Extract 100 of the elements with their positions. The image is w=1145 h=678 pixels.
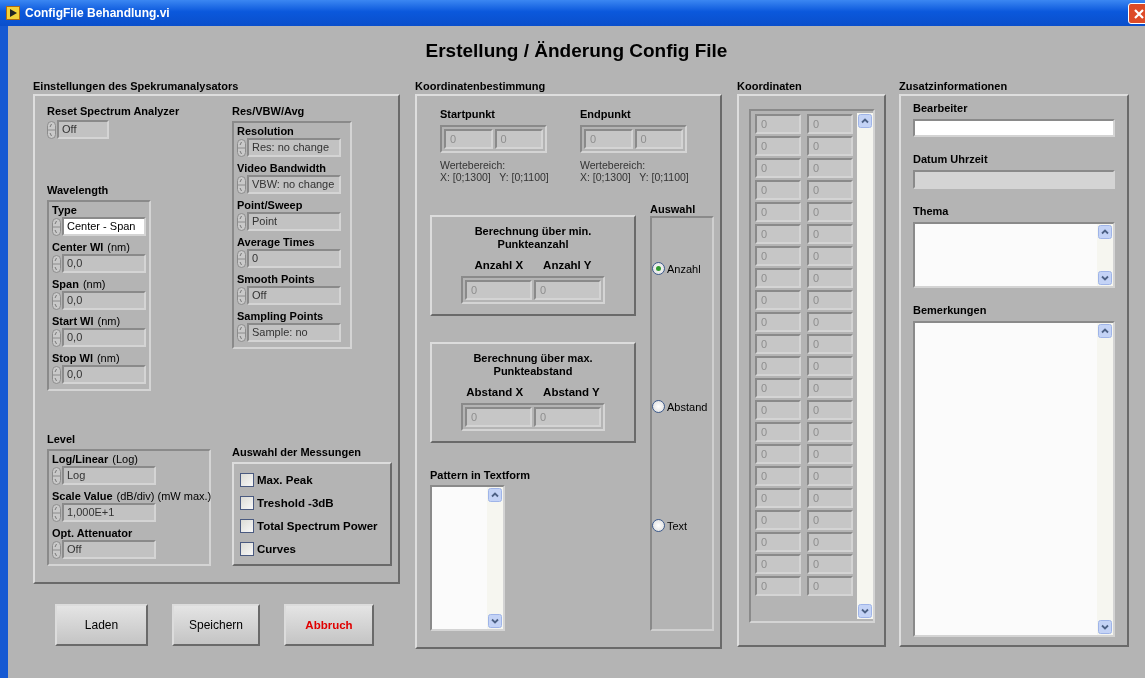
- radio-label: Anzahl: [667, 262, 701, 275]
- checkbox[interactable]: [240, 495, 254, 510]
- field-label: Span: [52, 278, 79, 291]
- spinner-icon[interactable]: [237, 286, 246, 305]
- spinner-icon[interactable]: [237, 323, 246, 342]
- checkbox-label: Total Spectrum Power: [257, 519, 378, 532]
- ring-field[interactable]: Log: [62, 466, 156, 485]
- field-label: Auswahl: [650, 203, 697, 216]
- field-label: Start Wl: [52, 315, 94, 328]
- box-title: Berechnung über min. Punkteanzahl: [473, 225, 593, 251]
- field-label: Scale Value: [52, 490, 113, 503]
- field-label: Endpunkt: [580, 108, 632, 121]
- field-label: Abstand Y: [543, 386, 600, 398]
- box-title: Berechnung über max. Punkteabstand: [472, 352, 594, 378]
- unit-label: (dB/div) (mW max.): [116, 490, 212, 503]
- range-label: Wertebereich:: [580, 159, 647, 171]
- section-title: Einstellungen des Spekrumanalysators: [33, 80, 239, 93]
- range-text: X: [0;1300] Y: [0;1100]: [580, 171, 690, 183]
- scroll-down-icon[interactable]: [488, 614, 502, 628]
- radio-button[interactable]: [652, 400, 665, 413]
- ring-field[interactable]: 0,0: [62, 254, 146, 273]
- checkbox[interactable]: [240, 541, 254, 556]
- radio-button[interactable]: [652, 262, 665, 275]
- ring-field[interactable]: Center - Span: [62, 217, 146, 236]
- ring-field[interactable]: 0,0: [62, 328, 146, 347]
- spinner-icon[interactable]: [52, 540, 61, 559]
- field-label: Stop Wl: [52, 352, 93, 365]
- ring-field[interactable]: Off: [247, 286, 341, 305]
- field-label: Level: [47, 433, 77, 446]
- spinner-icon[interactable]: [52, 217, 61, 236]
- ring-field[interactable]: 1,000E+1: [62, 503, 156, 522]
- checkbox[interactable]: [240, 472, 254, 487]
- unit-label: (nm): [96, 352, 120, 365]
- text-field[interactable]: [913, 119, 1115, 137]
- field-label: Opt. Attenuator: [52, 527, 133, 540]
- scroll-up-icon[interactable]: [1098, 225, 1112, 239]
- ring-field[interactable]: Res: no change: [247, 138, 341, 157]
- field-label: Datum Uhrzeit: [913, 153, 989, 166]
- field-label: Type: [52, 204, 77, 217]
- spinner-icon[interactable]: [52, 328, 61, 347]
- scrollbar[interactable]: [487, 487, 503, 629]
- spinner-icon[interactable]: [237, 175, 246, 194]
- scroll-up-icon[interactable]: [488, 488, 502, 502]
- scrollbar[interactable]: [1097, 323, 1113, 635]
- field-label: Point/Sweep: [237, 199, 303, 212]
- scrollbar[interactable]: [857, 113, 873, 619]
- ring-field[interactable]: 0,0: [62, 365, 146, 384]
- radio-label: Abstand: [667, 400, 708, 413]
- action-button[interactable]: Speichern: [172, 604, 260, 646]
- close-icon: [1132, 6, 1145, 21]
- spinner-icon[interactable]: [52, 503, 61, 522]
- checkbox-label: Max. Peak: [257, 473, 313, 486]
- ring-field[interactable]: VBW: no change: [247, 175, 341, 194]
- unit-label: (nm): [107, 241, 130, 254]
- unit-label: (Log): [112, 453, 138, 466]
- spinner-icon[interactable]: [237, 249, 246, 268]
- scroll-down-icon[interactable]: [858, 604, 872, 618]
- checkbox[interactable]: [240, 518, 254, 533]
- spinner-icon[interactable]: [52, 254, 61, 273]
- scroll-up-icon[interactable]: [858, 114, 872, 128]
- field-label: Sampling Points: [237, 310, 324, 323]
- spinner-icon[interactable]: [52, 466, 61, 485]
- spinner-icon[interactable]: [237, 212, 246, 231]
- field-label: Bemerkungen: [913, 304, 988, 317]
- spinner-icon[interactable]: [52, 365, 61, 384]
- ring-field[interactable]: 0,0: [62, 291, 146, 310]
- field-label: Anzahl X: [474, 259, 524, 271]
- panel-heading: Erstellung / Änderung Config File: [425, 40, 728, 63]
- scroll-up-icon[interactable]: [1098, 324, 1112, 338]
- checkbox-label: Curves: [257, 542, 296, 555]
- radio-button[interactable]: [652, 519, 665, 532]
- action-button[interactable]: Laden: [55, 604, 148, 646]
- field-label: Startpunkt: [440, 108, 496, 121]
- field-label: Abstand X: [466, 386, 524, 398]
- section-title: Zusatzinformationen: [899, 80, 1008, 93]
- ring-field[interactable]: Off: [62, 540, 156, 559]
- scroll-down-icon[interactable]: [1098, 620, 1112, 634]
- field-label: Reset Spectrum Analyzer: [47, 105, 181, 118]
- app-icon: [6, 6, 20, 20]
- field-label: Res/VBW/Avg: [232, 105, 306, 118]
- section-title: Koordinaten: [737, 80, 802, 93]
- field-label: Average Times: [237, 236, 315, 249]
- ring-field[interactable]: Point: [247, 212, 341, 231]
- ring-field[interactable]: Off: [57, 120, 109, 139]
- field-label: Center Wl: [52, 241, 104, 254]
- ring-field[interactable]: Sample: no: [247, 323, 341, 342]
- spinner-icon[interactable]: [47, 120, 56, 139]
- close-button[interactable]: [1128, 2, 1145, 24]
- spinner-icon[interactable]: [237, 138, 246, 157]
- field-label: Video Bandwidth: [237, 162, 327, 175]
- scroll-down-icon[interactable]: [1098, 271, 1112, 285]
- field-label: Log/Linear: [52, 453, 109, 466]
- range-text: X: [0;1300] Y: [0;1100]: [440, 171, 550, 183]
- field-label: Resolution: [237, 125, 294, 138]
- cancel-button[interactable]: Abbruch: [284, 604, 374, 646]
- spinner-icon[interactable]: [52, 291, 61, 310]
- ring-field[interactable]: 0: [247, 249, 341, 268]
- field-label: Bearbeiter: [913, 102, 969, 115]
- scrollbar[interactable]: [1097, 224, 1113, 286]
- field-label: Pattern in Textform: [430, 469, 532, 482]
